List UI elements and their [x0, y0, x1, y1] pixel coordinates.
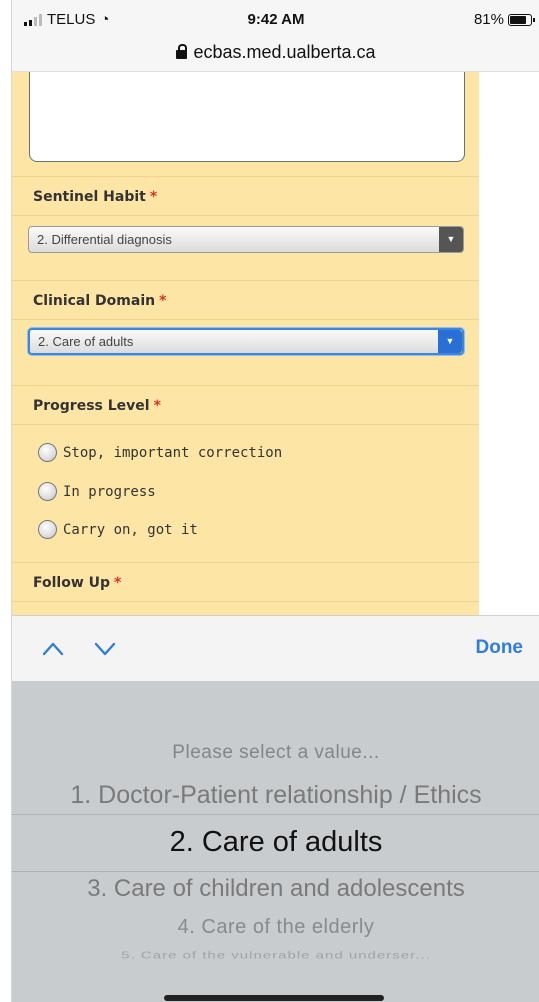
radio-button-icon[interactable] — [38, 482, 57, 501]
divider — [12, 562, 479, 563]
status-right: 81% — [473, 11, 535, 28]
picker-option[interactable]: 1. Doctor-Patient relationship / Ethics — [12, 781, 539, 810]
dropdown-arrow-icon: ▼ — [438, 330, 462, 353]
sentinel-habit-value: 2. Differential diagnosis — [37, 232, 172, 247]
required-marker: * — [114, 575, 122, 591]
progress-option-in-progress[interactable]: In progress — [38, 482, 156, 501]
dropdown-arrow-icon: ▼ — [439, 227, 463, 252]
picker-option[interactable]: 4. Care of the elderly — [12, 916, 539, 939]
chevron-down-icon[interactable] — [94, 638, 116, 660]
done-button[interactable]: Done — [476, 637, 524, 659]
divider — [12, 319, 479, 320]
progress-level-label: Progress Level * — [33, 398, 161, 414]
status-bar: TELUS ◔ 9:42 AM 81% — [12, 0, 539, 40]
sentinel-habit-label: Sentinel Habit * — [33, 189, 158, 205]
divider — [12, 280, 479, 281]
home-indicator[interactable] — [164, 995, 384, 1001]
picker-option[interactable]: 5. Care of the vulnerable and underser..… — [12, 950, 539, 962]
phone-screen: TELUS ◔ 9:42 AM 81% ecbas.med.ualberta.c… — [11, 0, 539, 1002]
required-marker: * — [149, 189, 158, 205]
progress-option-stop[interactable]: Stop, important correction — [38, 443, 282, 462]
radio-button-icon[interactable] — [38, 443, 57, 462]
status-time: 9:42 AM — [247, 11, 305, 28]
picker-option-selected[interactable]: 2. Care of adults — [12, 826, 539, 859]
divider — [12, 215, 479, 216]
lock-icon — [176, 44, 188, 59]
picker-option[interactable]: 3. Care of children and adolescents — [12, 875, 539, 903]
picker-option[interactable]: Please select a value... — [12, 742, 539, 764]
battery-percent: 81% — [473, 11, 504, 28]
select-picker-wheel[interactable]: Please select a value... 1. Doctor-Patie… — [12, 681, 539, 1002]
divider — [12, 176, 479, 177]
required-marker: * — [159, 293, 167, 309]
radio-button-icon[interactable] — [38, 520, 57, 539]
battery-icon — [508, 13, 535, 26]
chevron-up-icon[interactable] — [42, 638, 64, 660]
follow-up-label: Follow Up * — [33, 575, 122, 591]
divider — [12, 424, 479, 425]
clinical-domain-label: Clinical Domain * — [33, 293, 167, 309]
clinical-domain-value: 2. Care of adults — [38, 334, 134, 349]
sentinel-habit-select[interactable]: 2. Differential diagnosis ▼ — [28, 226, 464, 253]
progress-option-carry-on[interactable]: Carry on, got it — [38, 520, 198, 539]
address-bar[interactable]: ecbas.med.ualberta.ca — [12, 40, 539, 72]
divider — [12, 601, 479, 602]
evaluation-form: Sentinel Habit * 2. Differential diagnosi… — [12, 72, 479, 615]
divider — [12, 385, 479, 386]
required-marker: * — [153, 398, 161, 414]
clinical-domain-select[interactable]: 2. Care of adults ▼ — [28, 328, 464, 355]
keyboard-accessory-bar: Done — [12, 615, 539, 681]
comments-textarea[interactable] — [29, 72, 465, 162]
url-domain: ecbas.med.ualberta.ca — [193, 42, 376, 62]
